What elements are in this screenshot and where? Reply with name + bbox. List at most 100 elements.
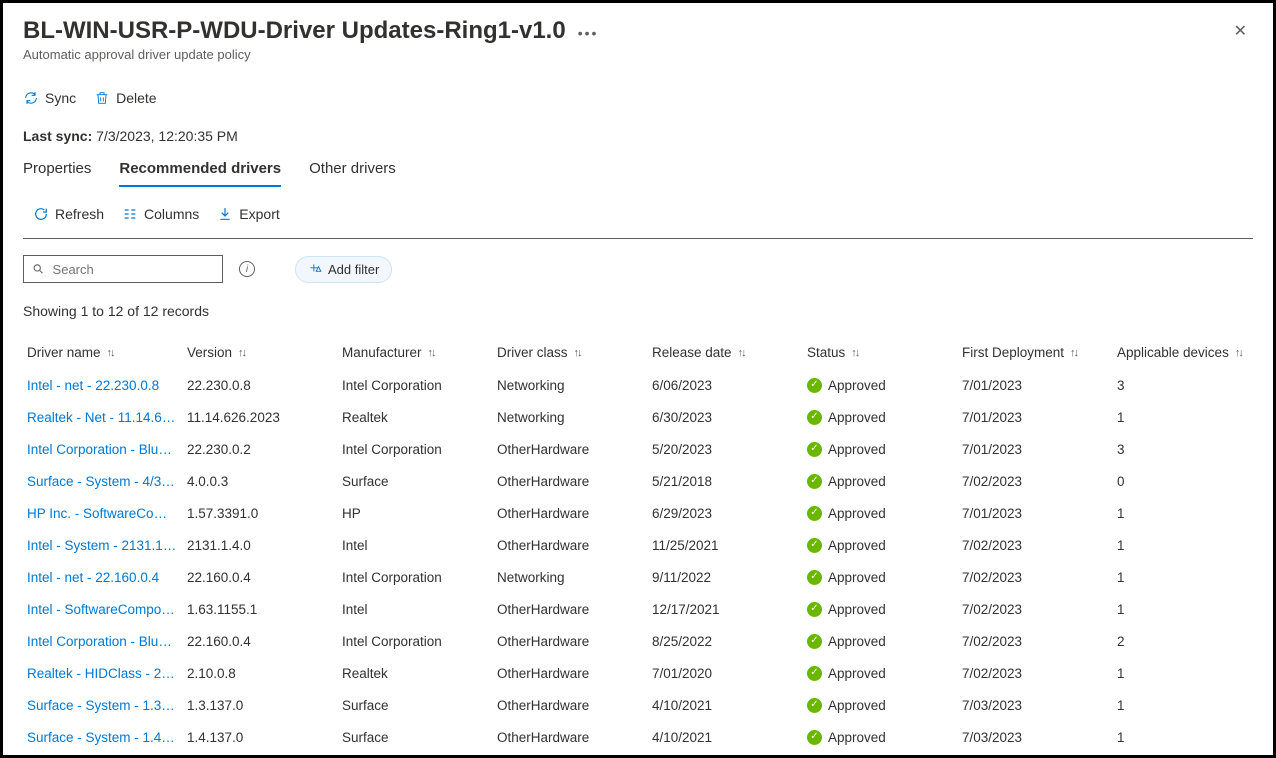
driver-name-link[interactable]: Intel - net - 22.160.0.4 bbox=[27, 570, 187, 585]
cell-version: 4.0.0.3 bbox=[187, 474, 342, 489]
refresh-button[interactable]: Refresh bbox=[33, 206, 104, 222]
tab-properties[interactable]: Properties bbox=[23, 160, 91, 187]
search-box[interactable] bbox=[23, 255, 223, 283]
cell-first-deployment: 7/01/2023 bbox=[962, 410, 1117, 425]
delete-button[interactable]: Delete bbox=[94, 90, 156, 106]
tab-recommended-drivers[interactable]: Recommended drivers bbox=[119, 160, 281, 187]
cell-driver-class: OtherHardware bbox=[497, 538, 652, 553]
tab-other-drivers[interactable]: Other drivers bbox=[309, 160, 396, 187]
driver-name-link[interactable]: Surface - System - 1.4.1… bbox=[27, 730, 187, 745]
driver-name-link[interactable]: Realtek - HIDClass - 2.1… bbox=[27, 666, 187, 681]
table-row: Surface - System - 4/3/…4.0.0.3SurfaceOt… bbox=[23, 465, 1253, 497]
driver-name-link[interactable]: Intel - System - 2131.1.… bbox=[27, 538, 187, 553]
cell-version: 22.230.0.2 bbox=[187, 442, 342, 457]
export-icon bbox=[217, 206, 233, 222]
cell-release-date: 4/10/2021 bbox=[652, 730, 807, 745]
cell-manufacturer: Surface bbox=[342, 474, 497, 489]
col-applicable-devices[interactable]: Applicable devices↑↓ bbox=[1117, 345, 1253, 360]
sync-button[interactable]: Sync bbox=[23, 90, 76, 106]
table-row: Intel - SoftwareCompo…1.63.1155.1IntelOt… bbox=[23, 593, 1253, 625]
col-status[interactable]: Status↑↓ bbox=[807, 345, 962, 360]
cell-status: ✓Approved bbox=[807, 538, 962, 553]
info-icon[interactable]: i bbox=[239, 261, 255, 277]
cell-version: 11.14.626.2023 bbox=[187, 410, 342, 425]
close-button[interactable]: ✕ bbox=[1228, 17, 1253, 45]
driver-name-link[interactable]: Intel - SoftwareCompo… bbox=[27, 602, 187, 617]
table-row: Surface - System - 1.4.1…1.4.137.0Surfac… bbox=[23, 721, 1253, 753]
check-icon: ✓ bbox=[807, 538, 822, 553]
cell-driver-class: OtherHardware bbox=[497, 602, 652, 617]
cell-applicable: 1 bbox=[1117, 698, 1253, 713]
check-icon: ✓ bbox=[807, 442, 822, 457]
cell-release-date: 4/10/2021 bbox=[652, 698, 807, 713]
more-actions-button[interactable]: ••• bbox=[578, 25, 599, 41]
divider bbox=[23, 238, 1253, 239]
delete-label: Delete bbox=[116, 90, 156, 106]
refresh-label: Refresh bbox=[55, 206, 104, 222]
cell-version: 22.230.0.8 bbox=[187, 378, 342, 393]
cell-status: ✓Approved bbox=[807, 634, 962, 649]
driver-name-link[interactable]: Intel - net - 22.230.0.8 bbox=[27, 378, 187, 393]
check-icon: ✓ bbox=[807, 730, 822, 745]
table-row: Realtek - HIDClass - 2.1…2.10.0.8Realtek… bbox=[23, 657, 1253, 689]
driver-name-link[interactable]: Realtek - Net - 11.14.62… bbox=[27, 410, 187, 425]
cell-release-date: 8/25/2022 bbox=[652, 634, 807, 649]
cell-manufacturer: Surface bbox=[342, 698, 497, 713]
cell-release-date: 7/01/2020 bbox=[652, 666, 807, 681]
cell-status: ✓Approved bbox=[807, 730, 962, 745]
col-manufacturer[interactable]: Manufacturer↑↓ bbox=[342, 345, 497, 360]
check-icon: ✓ bbox=[807, 602, 822, 617]
add-filter-button[interactable]: Add filter bbox=[295, 256, 392, 283]
col-driver-name[interactable]: Driver name↑↓ bbox=[27, 345, 187, 360]
sync-icon bbox=[23, 90, 39, 106]
cell-release-date: 11/25/2021 bbox=[652, 538, 807, 553]
cell-driver-class: OtherHardware bbox=[497, 698, 652, 713]
col-version[interactable]: Version↑↓ bbox=[187, 345, 342, 360]
cell-first-deployment: 7/03/2023 bbox=[962, 698, 1117, 713]
columns-button[interactable]: Columns bbox=[122, 206, 199, 222]
driver-name-link[interactable]: Intel Corporation - Blue… bbox=[27, 634, 187, 649]
driver-name-link[interactable]: Surface - System - 4/3/… bbox=[27, 474, 187, 489]
col-release-date[interactable]: Release date↑↓ bbox=[652, 345, 807, 360]
filter-add-icon bbox=[308, 262, 322, 276]
last-sync: Last sync: 7/3/2023, 12:20:35 PM bbox=[23, 128, 1253, 144]
cell-applicable: 1 bbox=[1117, 570, 1253, 585]
table-row: HP Inc. - SoftwareCom…1.57.3391.0HPOther… bbox=[23, 497, 1253, 529]
cell-status: ✓Approved bbox=[807, 442, 962, 457]
cell-status: ✓Approved bbox=[807, 378, 962, 393]
driver-name-link[interactable]: Surface - System - 1.3.1… bbox=[27, 698, 187, 713]
driver-name-link[interactable]: Intel Corporation - Blue… bbox=[27, 442, 187, 457]
cell-version: 22.160.0.4 bbox=[187, 634, 342, 649]
cell-version: 1.63.1155.1 bbox=[187, 602, 342, 617]
records-count: Showing 1 to 12 of 12 records bbox=[23, 303, 1253, 319]
cell-applicable: 3 bbox=[1117, 442, 1253, 457]
columns-label: Columns bbox=[144, 206, 199, 222]
check-icon: ✓ bbox=[807, 634, 822, 649]
cell-first-deployment: 7/02/2023 bbox=[962, 474, 1117, 489]
cell-status: ✓Approved bbox=[807, 474, 962, 489]
search-input[interactable] bbox=[51, 261, 214, 278]
check-icon: ✓ bbox=[807, 666, 822, 681]
col-driver-class[interactable]: Driver class↑↓ bbox=[497, 345, 652, 360]
export-button[interactable]: Export bbox=[217, 206, 279, 222]
drivers-table: Driver name↑↓ Version↑↓ Manufacturer↑↓ D… bbox=[23, 337, 1253, 753]
check-icon: ✓ bbox=[807, 474, 822, 489]
cell-version: 1.3.137.0 bbox=[187, 698, 342, 713]
cell-release-date: 5/21/2018 bbox=[652, 474, 807, 489]
cell-first-deployment: 7/01/2023 bbox=[962, 442, 1117, 457]
cell-release-date: 6/06/2023 bbox=[652, 378, 807, 393]
col-first-deployment[interactable]: First Deployment↑↓ bbox=[962, 345, 1117, 360]
cell-manufacturer: Intel Corporation bbox=[342, 634, 497, 649]
cell-manufacturer: Intel Corporation bbox=[342, 570, 497, 585]
page-title: BL-WIN-USR-P-WDU-Driver Updates-Ring1-v1… bbox=[23, 17, 566, 45]
driver-name-link[interactable]: HP Inc. - SoftwareCom… bbox=[27, 506, 187, 521]
cell-driver-class: OtherHardware bbox=[497, 730, 652, 745]
cell-driver-class: OtherHardware bbox=[497, 634, 652, 649]
cell-applicable: 1 bbox=[1117, 666, 1253, 681]
cell-status: ✓Approved bbox=[807, 506, 962, 521]
cell-manufacturer: Intel Corporation bbox=[342, 442, 497, 457]
cell-driver-class: OtherHardware bbox=[497, 506, 652, 521]
cell-status: ✓Approved bbox=[807, 698, 962, 713]
columns-icon bbox=[122, 206, 138, 222]
search-icon bbox=[32, 262, 45, 276]
